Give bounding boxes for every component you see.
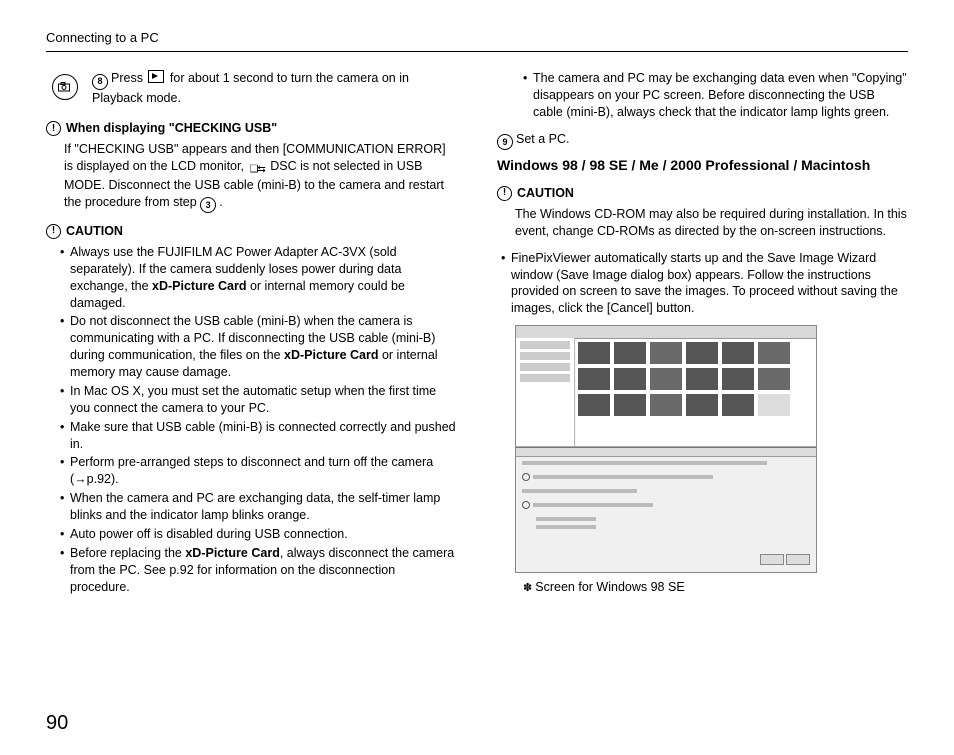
screenshot-viewer-window [516,326,816,447]
caution-item: Always use the FUJIFILM AC Power Adapter… [60,244,457,312]
right-top-bullet: The camera and PC may be exchanging data… [523,70,908,121]
t: Auto power off is disabled during USB co… [70,527,348,541]
page-number: 90 [46,712,68,735]
step-number-9: 9 [497,134,513,150]
caution-1-callout: ! CAUTION Always use the FUJIFILM AC Pow… [46,223,457,595]
step-number-8: 8 [92,74,108,90]
t: In Mac OS X, you must set the automatic … [70,384,436,415]
right-top-list: The camera and PC may be exchanging data… [497,70,908,121]
caution-2-heading: ! CAUTION [497,185,908,202]
t: xD-Picture Card [152,279,246,293]
checking-usb-heading: ! When displaying "CHECKING USB" [46,120,457,137]
fpv-bullet: FinePixViewer automatically starts up an… [501,250,908,318]
playback-button-icon [148,70,164,83]
checking-usb-title: When displaying "CHECKING USB" [66,120,277,137]
os-heading: Windows 98 / 98 SE / Me / 2000 Professio… [497,156,908,175]
screenshot-dialog [516,447,816,572]
caution-2-body: The Windows CD-ROM may also be required … [515,206,908,240]
t: Make sure that USB cable (mini-B) is con… [70,420,456,451]
chk-body-3: . [219,195,222,209]
screenshot-thumbnails [578,342,812,442]
t: Perform pre-arranged steps to disconnect… [70,455,433,486]
checking-usb-body: If "CHECKING USB" appears and then [COMM… [64,141,457,213]
camera-pc-icon: ❏⇆ [249,163,264,177]
screenshot-caption: Screen for Windows 98 SE [523,579,908,596]
caution-1-heading: ! CAUTION [46,223,457,240]
caution-2-title: CAUTION [517,185,574,202]
caution-item: In Mac OS X, you must set the automatic … [60,383,457,417]
caution-item: Perform pre-arranged steps to disconnect… [60,454,457,488]
caution-icon: ! [46,224,61,239]
screenshot-sidebar [516,338,575,446]
step-9-text: Set a PC. [516,132,570,146]
fpv-list: FinePixViewer automatically starts up an… [497,250,908,318]
screenshot-illustration [515,325,817,573]
checking-usb-callout: ! When displaying "CHECKING USB" If "CHE… [46,120,457,213]
running-header: Connecting to a PC [46,30,908,52]
caution-item: Do not disconnect the USB cable (mini-B)… [60,313,457,381]
step-8-text: 8Press for about 1 second to turn the ca… [92,70,457,106]
caution-item: When the camera and PC are exchanging da… [60,490,457,524]
screenshot-dialog-buttons [758,554,810,568]
right-column: The camera and PC may be exchanging data… [497,70,908,605]
step-9: 9Set a PC. [497,131,908,151]
caution-2-callout: ! CAUTION The Windows CD-ROM may also be… [497,185,908,240]
t: Before replacing the [70,546,185,560]
caution-item: Make sure that USB cable (mini-B) is con… [60,419,457,453]
manual-page: Connecting to a PC 8Press for about 1 se… [0,0,954,755]
caution-icon: ! [497,186,512,201]
caution-item: Auto power off is disabled during USB co… [60,526,457,543]
step-number-3-ref: 3 [200,197,216,213]
t: When the camera and PC are exchanging da… [70,491,440,522]
caution-item: Before replacing the xD-Picture Card, al… [60,545,457,596]
caution-1-title: CAUTION [66,223,123,240]
step-8-row: 8Press for about 1 second to turn the ca… [46,70,457,106]
two-column-layout: 8Press for about 1 second to turn the ca… [46,70,908,605]
t: xD-Picture Card [284,348,378,362]
left-column: 8Press for about 1 second to turn the ca… [46,70,457,605]
t: xD-Picture Card [185,546,279,560]
hint-icon [52,74,78,100]
step-8-part1: Press [111,71,146,85]
caution-1-list: Always use the FUJIFILM AC Power Adapter… [46,244,457,596]
caution-icon: ! [46,121,61,136]
